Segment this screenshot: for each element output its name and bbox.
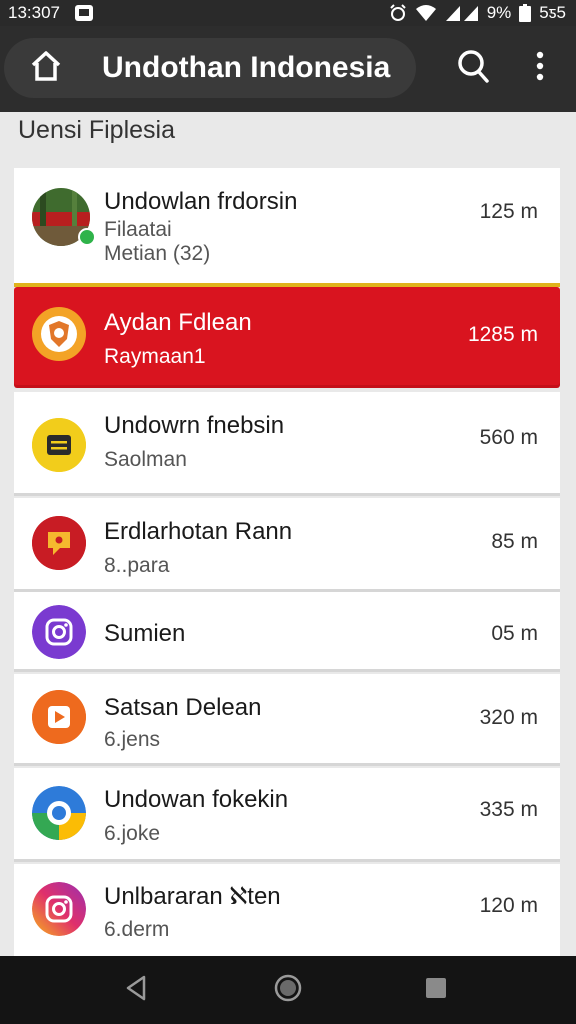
list-item[interactable]: Undowan fokekin 6.joke 335 m	[14, 768, 560, 862]
home-button[interactable]	[16, 38, 76, 98]
alarm-icon	[389, 4, 407, 22]
list-item-title: Undowan fokekin	[104, 786, 289, 813]
more-options-button[interactable]	[520, 40, 560, 96]
list-item-distance: 335 m	[479, 798, 538, 821]
back-button[interactable]	[106, 968, 166, 1012]
note-icon	[32, 418, 86, 472]
contact-list: Undowlan frdorsin Filaatai Metian (32) 1…	[14, 168, 560, 956]
list-item-subtitle: 8..para	[104, 554, 170, 577]
search-icon	[456, 48, 490, 89]
list-item-title: Satsan Delean	[104, 694, 262, 721]
list-item-subtitle: 6.derm	[104, 918, 170, 941]
list-item-title: Undowrn fnebsin	[104, 412, 285, 439]
back-icon	[122, 974, 150, 1007]
list-item-distance: 560 m	[479, 426, 538, 449]
battery-percent: 9%	[486, 3, 512, 22]
home-nav-button[interactable]	[258, 968, 318, 1012]
list-item-title: Erdlarhotan Rann	[104, 518, 293, 545]
recents-icon	[424, 976, 448, 1005]
shield-badge-icon	[32, 307, 86, 361]
app-bar: Undothan Indonesia	[0, 26, 576, 112]
camera-icon	[32, 605, 86, 659]
section-title: Uensi Fiplesia	[18, 116, 176, 144]
system-nav-bar	[0, 956, 576, 1024]
list-item[interactable]: Unlbararan ℵten 6.derm 120 m	[14, 864, 560, 956]
play-icon	[32, 690, 86, 744]
list-item[interactable]: Erdlarhotan Rann 8..para 85 m	[14, 498, 560, 592]
online-status-dot	[78, 228, 96, 246]
list-item-distance: 120 m	[479, 894, 538, 917]
list-item-subtitle: Raymaan1	[104, 345, 206, 368]
list-item[interactable]: Sumien 05 m	[14, 592, 560, 672]
list-item[interactable]: Satsan Delean 6.jens 320 m	[14, 674, 560, 766]
list-item-title: Sumien	[104, 620, 186, 647]
app-title: Undothan Indonesia	[102, 51, 391, 84]
list-item-title: Unlbararan ℵten	[104, 883, 281, 910]
more-vert-icon	[535, 51, 545, 86]
list-item-subtitle: 6.joke	[104, 822, 161, 845]
signal-icon	[445, 4, 479, 22]
wifi-icon	[415, 4, 437, 22]
globe-icon	[32, 786, 86, 840]
list-item-title: Aydan Fdlean	[104, 309, 252, 336]
list-item-detail: Metian (32)	[104, 242, 211, 265]
list-item-distance: 320 m	[479, 706, 538, 729]
list-item[interactable]: Undowlan frdorsin Filaatai Metian (32) 1…	[14, 168, 560, 286]
home-icon	[29, 50, 63, 87]
recents-button[interactable]	[406, 968, 466, 1012]
search-button[interactable]	[446, 40, 500, 96]
home-circle-icon	[273, 973, 303, 1008]
chat-bubble-icon	[32, 516, 86, 570]
status-right-text: 5ƽ5	[539, 3, 566, 22]
list-item-title: Undowlan frdorsin	[104, 188, 298, 215]
title-pill: Undothan Indonesia	[4, 38, 416, 98]
list-item-distance: 85 m	[491, 530, 538, 553]
list-item-distance: 1285 m	[467, 323, 538, 346]
status-time: 13:307	[8, 3, 60, 22]
list-item-distance: 05 m	[491, 622, 538, 645]
row-accent-divider	[14, 283, 560, 287]
camera-icon	[32, 882, 86, 936]
list-item[interactable]: Undowrn fnebsin Saolman 560 m	[14, 392, 560, 496]
list-item-subtitle: Filaatai	[104, 218, 172, 241]
status-bar: 13:307 9% 5ƽ5	[0, 0, 576, 26]
list-item-subtitle: 6.jens	[104, 728, 161, 751]
battery-icon	[519, 4, 532, 22]
list-item-selected[interactable]: Aydan Fdlean Raymaan1 1285 m	[14, 283, 560, 385]
list-item-distance: 125 m	[479, 200, 538, 223]
list-item-subtitle: Saolman	[104, 448, 187, 471]
notification-icon	[74, 4, 94, 22]
